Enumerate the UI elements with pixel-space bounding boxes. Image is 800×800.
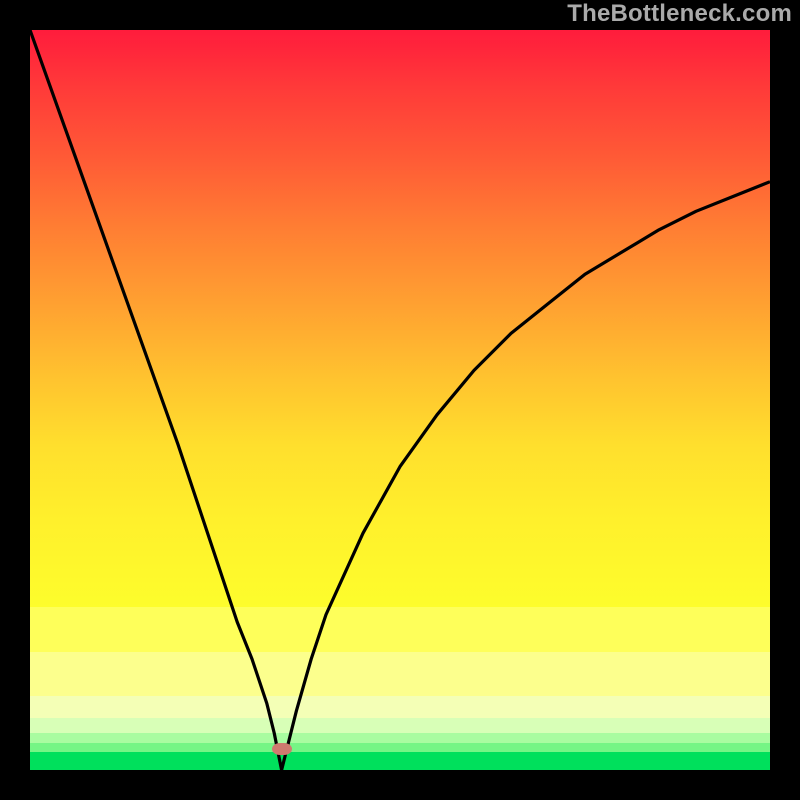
bottleneck-curve (30, 30, 770, 770)
plot-area (30, 30, 770, 770)
watermark-text: TheBottleneck.com (567, 0, 792, 28)
chart-frame: TheBottleneck.com (0, 0, 800, 800)
curve-path (30, 30, 770, 770)
optimal-point-marker (272, 743, 292, 755)
